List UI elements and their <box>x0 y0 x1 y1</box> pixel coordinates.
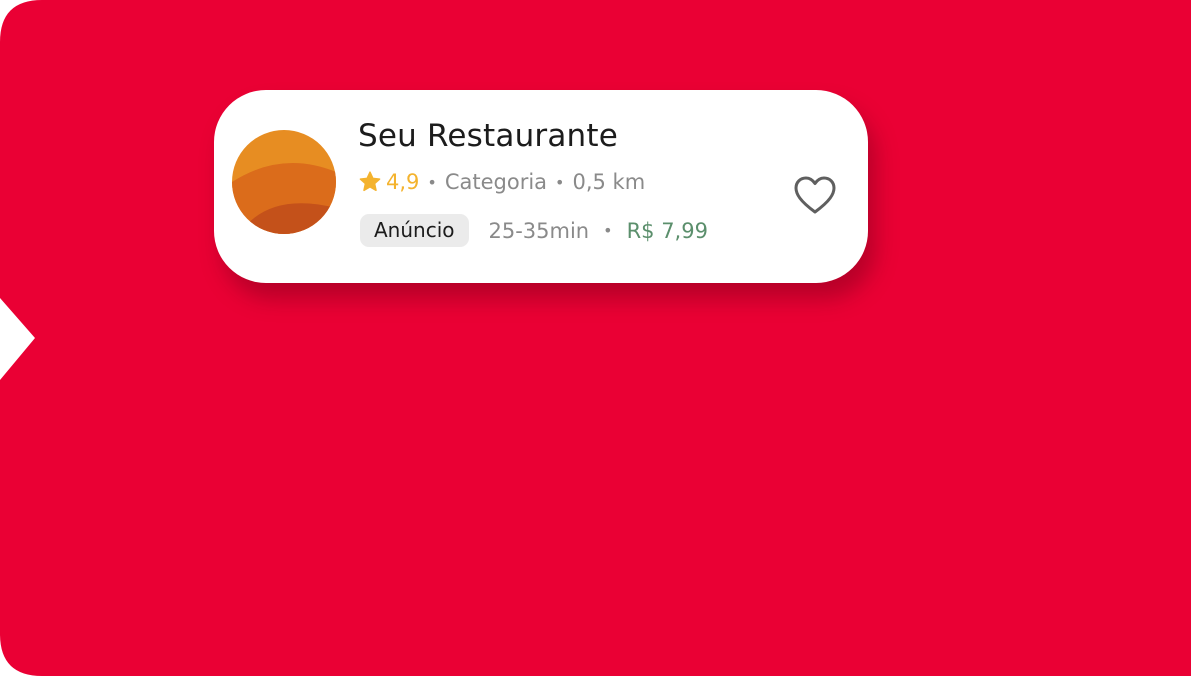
delivery-time: 25-35min <box>488 218 590 243</box>
restaurant-meta-row: 4,9 • Categoria • 0,5 km <box>358 168 645 196</box>
category-label: Categoria <box>444 170 548 194</box>
delivery-fee: R$ 7,99 <box>626 218 708 243</box>
rating-value: 4,9 <box>386 170 420 194</box>
delivery-info-row: Anúncio 25-35min • R$ 7,99 <box>360 214 708 247</box>
separator-dot: • <box>427 172 437 192</box>
distance-label: 0,5 km <box>572 170 646 194</box>
separator-dot: • <box>555 172 565 192</box>
separator-dot: • <box>603 221 613 240</box>
restaurant-card[interactable]: Seu Restaurante 4,9 • Categoria • 0,5 km… <box>214 90 868 283</box>
restaurant-logo <box>232 130 336 234</box>
ad-badge: Anúncio <box>360 214 469 247</box>
heart-outline-icon[interactable] <box>794 176 836 216</box>
star-icon <box>359 171 381 192</box>
restaurant-name: Seu Restaurante <box>358 118 619 154</box>
